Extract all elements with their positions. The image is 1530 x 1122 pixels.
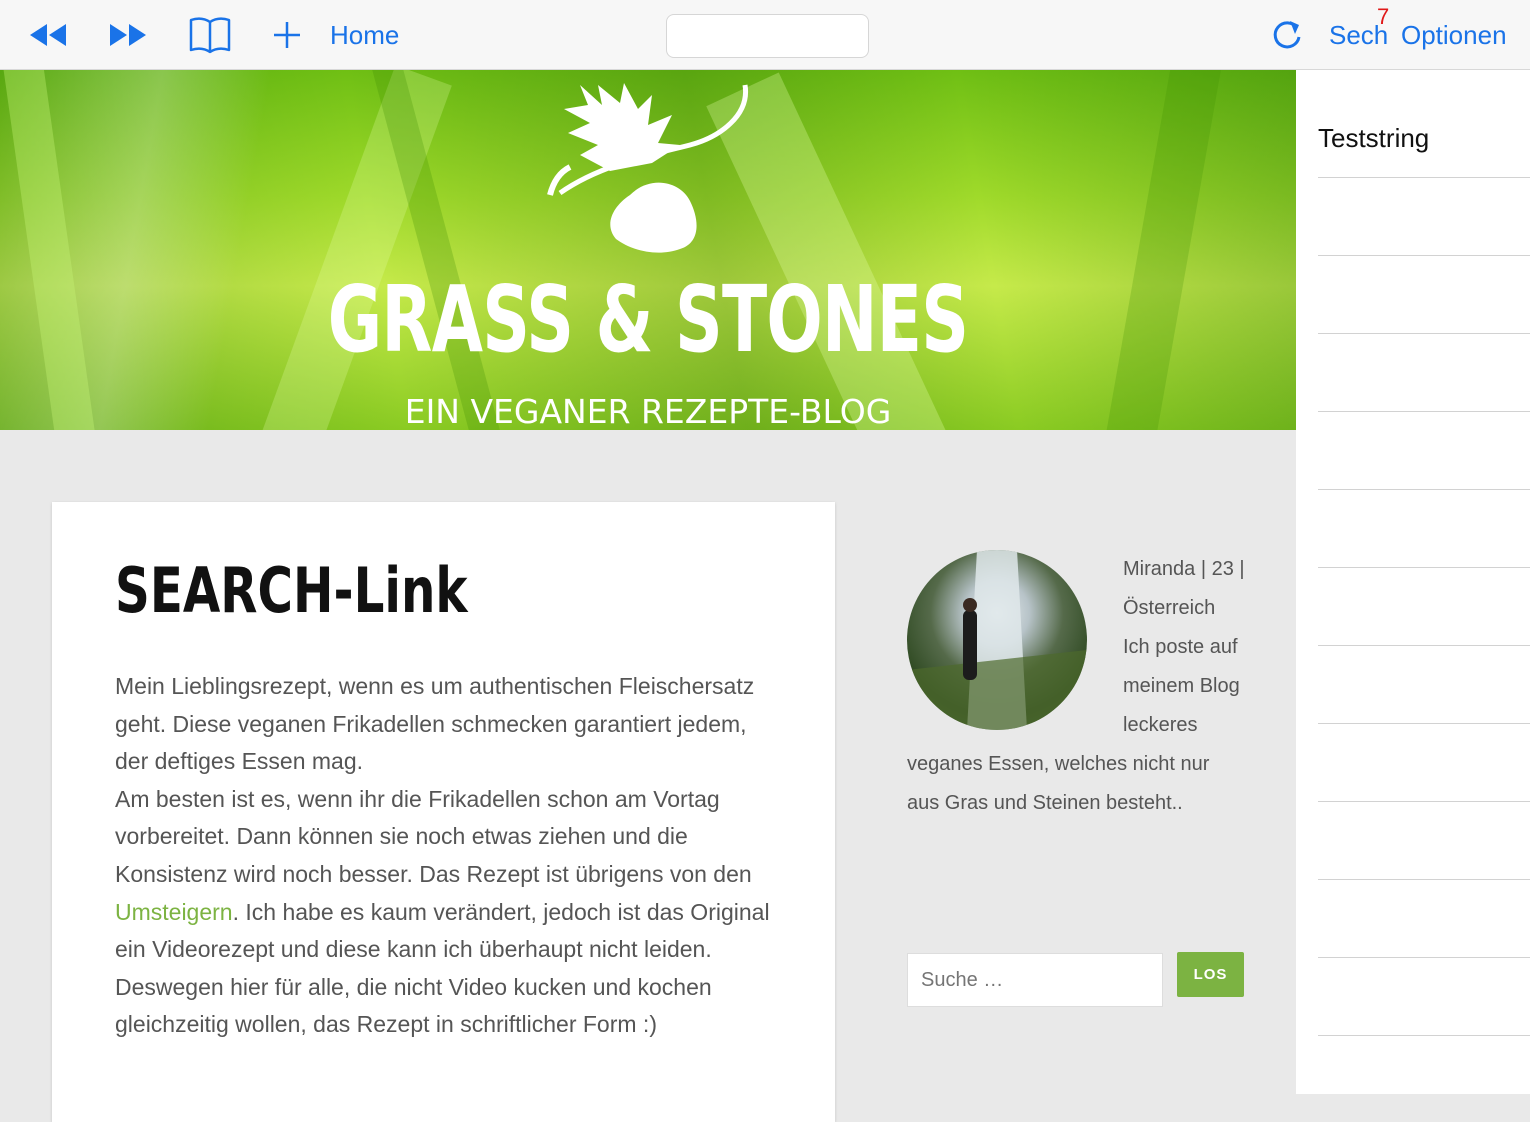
options-button[interactable]: Optionen [1401, 0, 1507, 70]
home-button[interactable]: Home [330, 0, 399, 70]
home-label: Home [330, 19, 400, 50]
reload-button[interactable] [1270, 0, 1304, 70]
suggestion-item[interactable] [1318, 178, 1530, 256]
plus-icon [274, 22, 300, 48]
post-card: SEARCH-Link Mein Lieblingsrezept, wenn e… [52, 502, 835, 1122]
search-input[interactable] [907, 953, 1163, 1007]
address-field[interactable] [666, 14, 869, 58]
waterfall-photo-icon [907, 550, 1087, 730]
suggestions-panel: Teststring [1296, 70, 1530, 1094]
about-widget: Miranda | 23 | Österreich Ich poste auf … [907, 550, 1247, 823]
suggestion-item[interactable] [1318, 568, 1530, 646]
author-avatar [907, 550, 1087, 730]
post-paragraph: Am besten ist es, wenn ihr die Frikadell… [115, 785, 770, 1038]
fast-forward-icon [110, 24, 146, 46]
suggestion-item[interactable] [1318, 724, 1530, 802]
suggestion-item[interactable]: Teststring [1318, 100, 1530, 178]
options-label: Optionen [1401, 19, 1507, 50]
suggestion-item[interactable] [1318, 256, 1530, 334]
suggestion-item[interactable] [1318, 958, 1530, 1036]
post-title: SEARCH-Link [115, 554, 468, 627]
umsteigern-link[interactable]: Umsteigern [115, 899, 233, 925]
grass-blade-decoration [1, 70, 100, 430]
fast-forward-button[interactable] [108, 0, 148, 70]
rewind-icon [30, 24, 66, 46]
bookmarks-button[interactable] [189, 0, 231, 70]
site-header-banner: GRASS & STONES EIN VEGANER REZEPTE-BLOG [0, 70, 1296, 430]
reload-icon [1273, 21, 1301, 49]
site-title: GRASS & STONES [327, 266, 969, 373]
post-paragraph: Mein Lieblingsrezept, wenn es um authent… [115, 673, 755, 775]
book-icon [189, 17, 231, 54]
search-submit-button[interactable]: LOS [1177, 952, 1244, 997]
browser-toolbar: Home Sech 7 Optionen [0, 0, 1530, 70]
suggestion-item[interactable] [1318, 490, 1530, 568]
suggestion-item[interactable] [1318, 334, 1530, 412]
grass-blade-decoration [1100, 70, 1223, 430]
post-body: Mein Lieblingsrezept, wenn es um authent… [115, 668, 785, 1044]
site-subtitle: EIN VEGANER REZEPTE-BLOG [404, 392, 892, 430]
rewind-button[interactable] [28, 0, 68, 70]
suggestion-item[interactable] [1318, 646, 1530, 724]
leaf-stone-logo-icon [547, 83, 748, 253]
count-badge: 7 [1377, 4, 1390, 29]
grass-blade-decoration [371, 70, 510, 430]
suggestion-item[interactable] [1318, 880, 1530, 958]
suggestion-item[interactable] [1318, 802, 1530, 880]
new-tab-button[interactable] [272, 0, 302, 70]
suggestion-item[interactable] [1318, 412, 1530, 490]
